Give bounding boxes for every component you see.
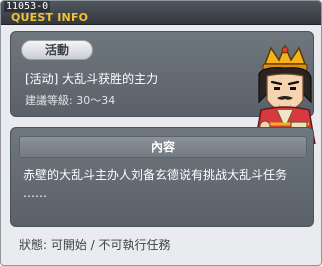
quest-info-window: 11053-0 QUEST INFO 活動 [活动] 大乱斗获胜的主力 建議等級…: [0, 0, 322, 266]
event-tag: 活動: [21, 40, 93, 60]
quest-content-panel: 內容 赤壁的大乱斗主办人刘备玄德说有挑战大乱斗任务 ……: [10, 127, 314, 227]
crown-icon: [262, 44, 308, 72]
content-line: ……: [23, 186, 47, 200]
quest-name: [活动] 大乱斗获胜的主力: [25, 72, 159, 86]
title-bar[interactable]: 11053-0 QUEST INFO: [1, 1, 321, 25]
quest-status: 狀態: 可開始 / 不可執行任務: [19, 238, 171, 252]
content-header: 內容: [19, 136, 307, 158]
content-line: 赤壁的大乱斗主办人刘备玄德说有挑战大乱斗任务: [23, 168, 288, 182]
quest-summary-panel: 活動 [活动] 大乱斗获胜的主力 建議等級: 30～34: [10, 31, 316, 144]
window-title: QUEST INFO: [11, 11, 89, 24]
content-text: 赤壁的大乱斗主办人刘备玄德说有挑战大乱斗任务 ……: [23, 166, 307, 202]
recommended-level: 建議等級: 30～34: [25, 94, 116, 107]
